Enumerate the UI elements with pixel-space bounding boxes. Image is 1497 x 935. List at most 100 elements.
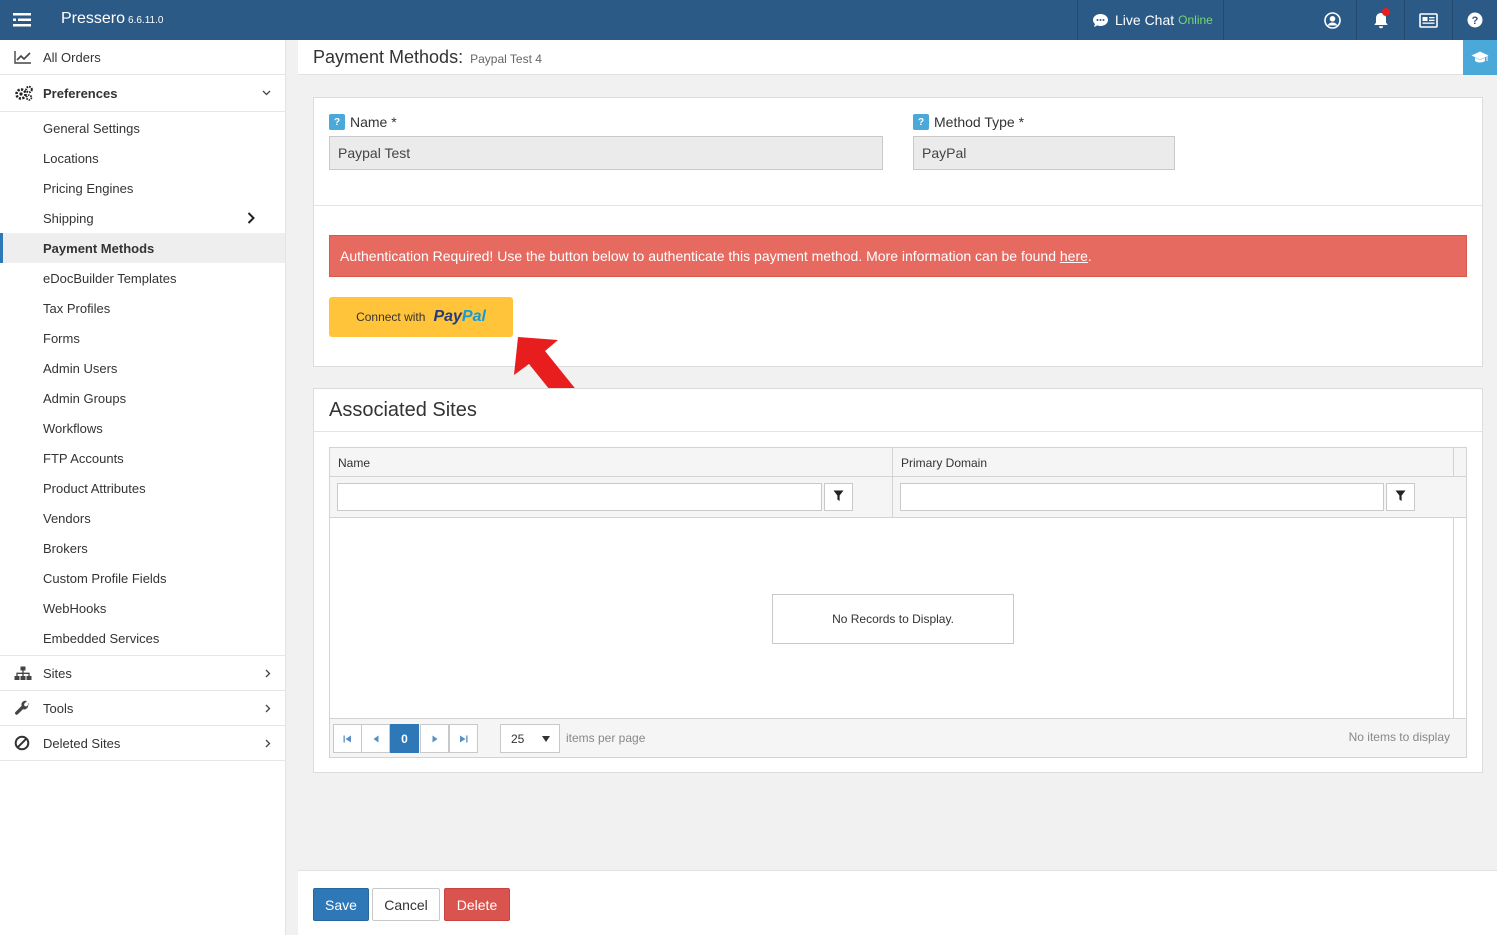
first-page-icon[interactable] [333,724,362,753]
main-content: Payment Methods: Paypal Test 4 ? Name * … [298,40,1497,935]
column-divider [892,477,893,518]
last-page-icon[interactable] [449,724,478,753]
graduation-cap-icon[interactable] [1463,40,1497,75]
sidebar-item-label: All Orders [43,49,101,65]
notifications-bell-icon[interactable] [1356,0,1404,40]
sidebar-item-tax-profiles[interactable]: Tax Profiles [0,293,285,323]
method-type-field-label: ? Method Type * [913,114,1024,130]
top-bar: Pressero 6.6.11.0 Live Chat Online ? [0,0,1497,40]
caret-down-icon [542,736,550,742]
sidebar-item-edocbuilder-templates[interactable]: eDocBuilder Templates [0,263,285,293]
scrollbar-divider [1453,518,1454,718]
sidebar-item-admin-groups[interactable]: Admin Groups [0,383,285,413]
previous-page-icon[interactable] [361,724,390,753]
sidebar-item-label: Admin Groups [43,390,127,406]
save-button[interactable]: Save [313,888,369,921]
name-filter-input[interactable] [337,483,822,511]
sidebar-item-label: Product Attributes [43,480,146,496]
sidebar-item-label: Pricing Engines [43,180,134,196]
connect-paypal-button[interactable]: Connect with PayPal [329,297,513,337]
brand-name: Pressero [61,10,126,27]
chat-status: Online [1178,13,1213,27]
sidebar-item-all-orders[interactable]: All Orders [0,40,285,75]
primary-domain-filter-button[interactable] [1386,483,1415,511]
page-size-value: 25 [511,732,525,746]
method-type-label-text: Method Type * [934,114,1025,130]
divider [314,205,1482,206]
primary-domain-filter-input[interactable] [900,483,1384,511]
name-field[interactable]: Paypal Test [329,136,883,170]
sidebar-item-deleted-sites[interactable]: Deleted Sites [0,726,285,761]
help-badge-icon[interactable]: ? [329,114,345,130]
help-badge-icon[interactable]: ? [913,114,929,130]
line-chart-icon [14,50,34,64]
sidebar-item-general-settings[interactable]: General Settings [0,113,285,143]
grid-header: Name Primary Domain [330,448,1466,477]
notification-dot [1382,8,1390,16]
sidebar-item-custom-profile-fields[interactable]: Custom Profile Fields [0,563,285,593]
live-chat-button[interactable]: Live Chat Online [1077,0,1224,40]
name-filter-button[interactable] [824,483,853,511]
column-header-name[interactable]: Name [330,448,892,477]
sidebar-item-label: Shipping [43,210,94,226]
sidebar-item-label: Deleted Sites [43,735,121,751]
form-footer: Save Cancel Delete [298,870,1497,935]
sidebar-item-vendors[interactable]: Vendors [0,503,285,533]
alert-text: Authentication Required! Use the button … [340,248,1060,264]
delete-button[interactable]: Delete [444,888,510,921]
sidebar-item-label: Forms [43,330,80,346]
next-page-icon[interactable] [420,724,449,753]
sitemap-icon [14,666,34,681]
page-title: Payment Methods: Paypal Test 4 [313,47,542,68]
sidebar-item-shipping[interactable]: Shipping [0,203,285,233]
sidebar-item-locations[interactable]: Locations [0,143,285,173]
current-page-button[interactable]: 0 [390,724,419,753]
authentication-alert: Authentication Required! Use the button … [329,235,1467,277]
sidebar-item-ftp-accounts[interactable]: FTP Accounts [0,443,285,473]
sidebar-item-preferences[interactable]: Preferences [0,75,285,112]
connect-label: Connect with [356,310,426,324]
filter-icon [1395,490,1406,505]
associated-sites-title: Associated Sites [329,399,477,421]
chevron-down-icon [262,90,271,96]
menu-toggle-icon[interactable] [0,0,44,40]
sites-grid: Name Primary Domain No Records to Displa… [329,447,1467,758]
payment-method-form-panel: ? Name * Paypal Test ? Method Type * Pay… [313,97,1483,405]
sidebar-item-forms[interactable]: Forms [0,323,285,353]
help-icon[interactable]: ? [1452,0,1497,40]
alert-text-end: . [1087,248,1092,264]
sidebar-item-brokers[interactable]: Brokers [0,533,285,563]
grid-filter-row [330,477,1466,518]
sidebar: All Orders Preferences General Settings … [0,40,286,935]
chat-bubble-icon [1092,13,1109,28]
sidebar-item-label: Admin Users [43,360,118,376]
column-header-primary-domain[interactable]: Primary Domain [893,448,1453,477]
sidebar-item-pricing-engines[interactable]: Pricing Engines [0,173,285,203]
sidebar-item-label: Locations [43,150,99,166]
live-chat-label: Live Chat [1115,12,1175,28]
sidebar-item-label: Vendors [43,510,91,526]
page-size-select[interactable]: 25 [500,724,560,753]
alert-help-link[interactable]: here [1060,248,1088,264]
sidebar-item-embedded-services[interactable]: Embedded Services [0,623,285,653]
sidebar-item-webhooks[interactable]: WebHooks [0,593,285,623]
sidebar-item-workflows[interactable]: Workflows [0,413,285,443]
no-records-message: No Records to Display. [772,594,1014,644]
sidebar-item-label: Embedded Services [43,630,160,646]
chevron-right-icon [265,669,271,678]
news-icon[interactable] [1404,0,1452,40]
sidebar-item-payment-methods[interactable]: Payment Methods [0,233,285,263]
sidebar-item-sites[interactable]: Sites [0,656,285,691]
sidebar-item-label: Workflows [43,420,103,436]
app-version: 6.6.11.0 [128,15,164,26]
user-profile-icon[interactable] [1308,0,1356,40]
page-header: Payment Methods: Paypal Test 4 [298,40,1497,75]
sidebar-item-admin-users[interactable]: Admin Users [0,353,285,383]
cancel-button[interactable]: Cancel [372,888,440,921]
method-type-field[interactable]: PayPal [913,136,1175,170]
preferences-submenu: General Settings Locations Pricing Engin… [0,112,285,656]
sidebar-item-tools[interactable]: Tools [0,691,285,726]
brand[interactable]: Pressero 6.6.11.0 [61,10,163,28]
sidebar-item-product-attributes[interactable]: Product Attributes [0,473,285,503]
paypal-logo-pal: Pal [461,308,486,325]
